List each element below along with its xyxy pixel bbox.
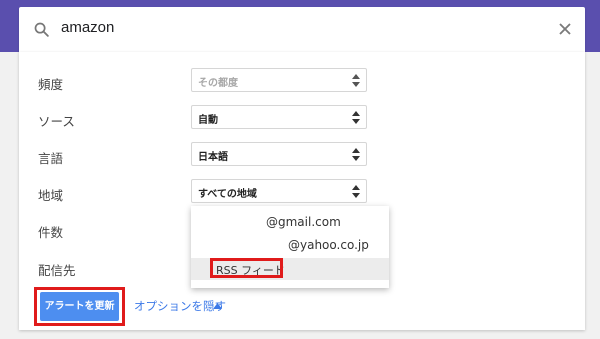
select-arrows-icon [352,185,360,198]
region-label: 地域 [38,188,64,203]
delivery-option-yahoo[interactable]: @yahoo.co.jp [191,234,389,256]
source-label: ソース [38,114,75,129]
region-select[interactable]: すべての地域 [191,179,367,203]
caret-up-icon[interactable] [213,303,222,309]
delivery-label: 配信先 [38,263,76,278]
region-select-value: すべての地域 [198,189,257,200]
count-label: 件数 [38,225,64,240]
select-arrows-icon [352,74,360,87]
search-box[interactable]: amazon [19,7,585,52]
delivery-option-label: @gmail.com [266,215,341,229]
rss-highlight-box [210,258,283,278]
update-alert-button[interactable]: アラートを更新 [40,292,119,321]
language-label: 言語 [38,151,64,166]
frequency-label: 頻度 [38,77,64,92]
frequency-select[interactable]: その都度 [191,68,367,92]
source-select-value: 自動 [198,115,218,126]
delivery-option-gmail[interactable]: @gmail.com [191,211,389,233]
source-select[interactable]: 自動 [191,105,367,129]
select-arrows-icon [352,111,360,124]
select-arrows-icon [352,148,360,161]
search-input[interactable]: amazon [61,19,114,36]
search-icon [34,22,49,37]
close-icon[interactable] [555,19,575,39]
language-select-value: 日本語 [198,152,228,163]
frequency-select-value: その都度 [198,78,238,89]
language-select[interactable]: 日本語 [191,142,367,166]
delivery-option-label: @yahoo.co.jp [288,238,369,252]
